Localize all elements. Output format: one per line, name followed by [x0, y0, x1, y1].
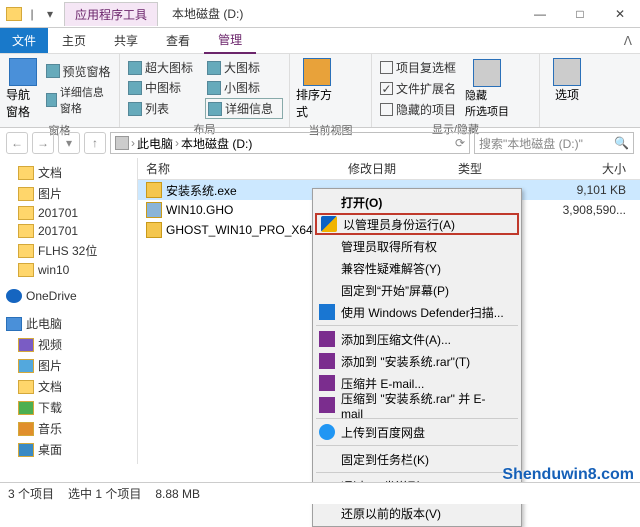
- col-type[interactable]: 类型: [458, 160, 548, 177]
- nav-thispc[interactable]: 此电脑: [0, 313, 137, 334]
- status-selection: 选中 1 个项目: [68, 485, 141, 502]
- contextual-tab[interactable]: 应用程序工具: [64, 2, 158, 26]
- search-placeholder: 搜索"本地磁盘 (D:)": [479, 135, 583, 152]
- nav-pane-button[interactable]: 导航窗格: [6, 58, 40, 120]
- nav-videos[interactable]: 视频: [0, 334, 137, 355]
- preview-pane-button[interactable]: 预览窗格: [44, 62, 113, 81]
- chk-extensions[interactable]: ✓文件扩展名: [378, 79, 458, 98]
- details-view[interactable]: 详细信息: [205, 98, 283, 119]
- menu-run-as-admin[interactable]: 以管理员身份运行(A): [315, 213, 519, 235]
- menu-compat[interactable]: 兼容性疑难解答(Y): [315, 257, 519, 279]
- disk-icon: [115, 136, 129, 150]
- status-size: 8.88 MB: [155, 487, 200, 501]
- status-count: 3 个项目: [8, 485, 54, 502]
- exe-icon: [146, 182, 162, 198]
- menu-addrar[interactable]: 添加到 "安装系统.rar"(T): [315, 350, 519, 372]
- minimize-button[interactable]: —: [520, 1, 560, 27]
- nav-cdisk[interactable]: 本地磁盘 (C:): [0, 460, 137, 464]
- cloud-icon: [319, 424, 335, 440]
- breadcrumb-disk[interactable]: 本地磁盘 (D:): [181, 135, 252, 152]
- up-button[interactable]: ↑: [84, 132, 106, 154]
- rar-icon: [319, 397, 335, 413]
- nav-tree[interactable]: 文档 图片 201701 201701 FLHS 32位 win10 OneDr…: [0, 158, 138, 464]
- menu-open[interactable]: 打开(O): [315, 191, 519, 213]
- folder-icon: [146, 222, 162, 238]
- menu-pintask[interactable]: 固定到任务栏(K): [315, 448, 519, 470]
- nav-pictures[interactable]: 图片: [0, 355, 137, 376]
- nav-onedrive[interactable]: OneDrive: [0, 287, 137, 305]
- tab-file[interactable]: 文件: [0, 28, 48, 53]
- col-size[interactable]: 大小: [548, 160, 640, 177]
- col-date[interactable]: 修改日期: [348, 160, 458, 177]
- nav-201701b[interactable]: 201701: [0, 222, 137, 240]
- nav-desktop[interactable]: 桌面: [0, 439, 137, 460]
- qat-divider: |: [24, 6, 40, 22]
- tab-home[interactable]: 主页: [48, 28, 100, 53]
- rar-icon: [319, 353, 335, 369]
- detail-pane-button[interactable]: 详细信息窗格: [44, 83, 113, 117]
- ribbon-collapse-icon[interactable]: ᐱ: [616, 34, 640, 48]
- menu-emailrar[interactable]: 压缩到 "安装系统.rar" 并 E-mail: [315, 394, 519, 416]
- small-icons[interactable]: 小图标: [205, 78, 283, 97]
- tab-share[interactable]: 共享: [100, 28, 152, 53]
- menu-baidu[interactable]: 上传到百度网盘: [315, 421, 519, 443]
- sort-button[interactable]: 排序方式: [296, 58, 338, 120]
- nav-downloads[interactable]: 下载: [0, 397, 137, 418]
- nav-music[interactable]: 音乐: [0, 418, 137, 439]
- maximize-button[interactable]: □: [560, 1, 600, 27]
- medium-icons[interactable]: 中图标: [126, 78, 204, 97]
- address-bar[interactable]: › 此电脑 › 本地磁盘 (D:) ⟳: [110, 132, 470, 154]
- rar-icon: [319, 375, 335, 391]
- col-name[interactable]: 名称: [138, 160, 348, 177]
- close-button[interactable]: ✕: [600, 1, 640, 27]
- nav-docs[interactable]: 文档: [0, 162, 137, 183]
- refresh-icon[interactable]: ⟳: [455, 136, 465, 150]
- tab-manage[interactable]: 管理: [204, 27, 256, 54]
- search-icon: 🔍: [614, 136, 629, 150]
- tab-view[interactable]: 查看: [152, 28, 204, 53]
- menu-pinstart[interactable]: 固定到“开始”屏幕(P): [315, 279, 519, 301]
- defender-icon: [319, 304, 335, 320]
- search-box[interactable]: 搜索"本地磁盘 (D:)" 🔍: [474, 132, 634, 154]
- chk-item-checkbox[interactable]: 项目复选框: [378, 58, 458, 77]
- context-menu: 打开(O) 以管理员身份运行(A) 管理员取得所有权 兼容性疑难解答(Y) 固定…: [312, 188, 522, 527]
- qat-dropdown-icon[interactable]: ▾: [42, 6, 58, 22]
- menu-defender[interactable]: 使用 Windows Defender扫描...: [315, 301, 519, 323]
- chk-hidden[interactable]: 隐藏的项目: [378, 100, 458, 119]
- history-dropdown[interactable]: ▾: [58, 132, 80, 154]
- nav-pics[interactable]: 图片: [0, 183, 137, 204]
- gho-icon: [146, 202, 162, 218]
- menu-prevver[interactable]: 还原以前的版本(V): [315, 502, 519, 524]
- hide-selected-button[interactable]: 隐藏 所选项目: [466, 59, 508, 119]
- nav-201701[interactable]: 201701: [0, 204, 137, 222]
- shield-icon: [321, 216, 337, 232]
- nav-win10[interactable]: win10: [0, 261, 137, 279]
- forward-button[interactable]: →: [32, 132, 54, 154]
- window-title: 本地磁盘 (D:): [158, 2, 257, 25]
- nav-documents[interactable]: 文档: [0, 376, 137, 397]
- menu-addarchive[interactable]: 添加到压缩文件(A)...: [315, 328, 519, 350]
- breadcrumb-pc[interactable]: 此电脑: [137, 135, 173, 152]
- folder-icon: [6, 7, 22, 21]
- nav-flhs[interactable]: FLHS 32位: [0, 240, 137, 261]
- large-icons[interactable]: 大图标: [205, 58, 283, 77]
- extra-large-icons[interactable]: 超大图标: [126, 58, 204, 77]
- list-view[interactable]: 列表: [126, 98, 204, 119]
- menu-takeown[interactable]: 管理员取得所有权: [315, 235, 519, 257]
- rar-icon: [319, 331, 335, 347]
- options-button[interactable]: 选项: [546, 58, 588, 103]
- back-button[interactable]: ←: [6, 132, 28, 154]
